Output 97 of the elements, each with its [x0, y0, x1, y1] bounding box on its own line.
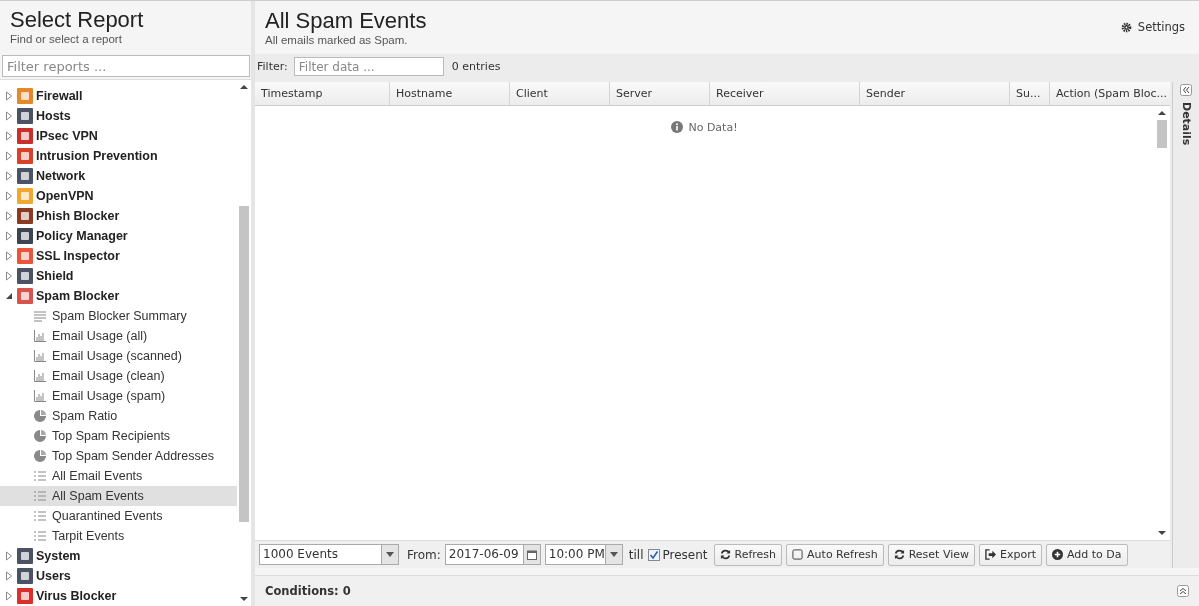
conditions-label: Conditions: 0	[265, 584, 351, 598]
time-dropdown[interactable]: 10:00 PM	[544, 544, 623, 565]
pie-chart-icon	[34, 450, 46, 462]
expand-arrow-icon[interactable]	[5, 151, 13, 161]
tree-category[interactable]: Shield	[0, 266, 237, 286]
collapse-icon[interactable]	[1180, 84, 1192, 96]
sidebar-title: Select Report	[10, 7, 145, 33]
expand-arrow-icon[interactable]	[5, 131, 13, 141]
pie-chart-icon	[34, 410, 46, 422]
from-label: From:	[407, 547, 441, 562]
report-title: All Spam Events	[265, 8, 427, 34]
tree-category[interactable]: Spam Blocker	[0, 286, 237, 306]
list-chart-icon	[34, 470, 46, 482]
toolbar-button[interactable]: Refresh	[713, 543, 783, 566]
report-item[interactable]: Email Usage (clean)	[0, 366, 237, 386]
date-field[interactable]: 2017-06-09	[444, 544, 541, 565]
settings-button[interactable]: Settings	[1116, 20, 1189, 34]
column-header[interactable]: Client	[510, 82, 610, 105]
tree-category[interactable]: Hosts	[0, 106, 237, 126]
filter-reports-field[interactable]: Filter reports ...	[2, 55, 250, 77]
checkbox-icon	[792, 549, 804, 560]
column-header[interactable]: Receiver	[710, 82, 860, 105]
tree-category[interactable]: Users	[0, 566, 237, 586]
details-label: Details	[1179, 102, 1193, 146]
tree-category[interactable]: IPsec VPN	[0, 126, 237, 146]
tree-category[interactable]: Virus Blocker	[0, 586, 237, 606]
column-header[interactable]: Sender	[860, 82, 1010, 105]
report-subtitle: All emails marked as Spam.	[265, 34, 409, 46]
caret-icon	[386, 552, 394, 557]
report-item[interactable]: Spam Ratio	[0, 406, 237, 426]
tree-category[interactable]: Firewall	[0, 86, 237, 106]
expand-icon[interactable]	[1177, 585, 1189, 597]
toolbar-button[interactable]: Auto Refresh	[786, 543, 884, 566]
expand-arrow-icon[interactable]	[5, 91, 13, 101]
export-icon	[985, 549, 996, 560]
list-chart-icon	[34, 510, 46, 522]
bar-chart-icon	[34, 390, 46, 402]
checkmark-icon	[648, 549, 659, 560]
expand-arrow-icon[interactable]	[5, 211, 13, 221]
tree-category[interactable]: System	[0, 546, 237, 566]
toolbar-button[interactable]: Add to Da	[1046, 543, 1128, 566]
tree-category[interactable]: OpenVPN	[0, 186, 237, 206]
list-chart-icon	[34, 530, 46, 542]
report-item[interactable]: Quarantined Events	[0, 506, 237, 526]
tree-category[interactable]: SSL Inspector	[0, 246, 237, 266]
toolbar-button[interactable]: Export	[979, 543, 1042, 566]
bar-chart-icon	[34, 370, 46, 382]
tree-category[interactable]: Network	[0, 166, 237, 186]
entries-count: 0 entries	[451, 60, 501, 73]
collapse-arrow-icon[interactable]	[5, 291, 13, 301]
calendar-icon	[526, 549, 537, 560]
event-limit-dropdown[interactable]: 1000 Events	[259, 544, 399, 565]
toolbar-button[interactable]: Reset View	[887, 543, 975, 566]
report-item[interactable]: Tarpit Events	[0, 526, 237, 546]
no-data-message: No Data!	[671, 120, 738, 134]
list-chart-icon	[34, 490, 46, 502]
bar-chart-icon	[34, 330, 46, 342]
pie-chart-icon	[34, 430, 46, 442]
tree-category[interactable]: Policy Manager	[0, 226, 237, 246]
expand-arrow-icon[interactable]	[5, 591, 13, 601]
caret-icon	[609, 552, 618, 557]
report-item[interactable]: Spam Blocker Summary	[0, 306, 237, 326]
column-header[interactable]: Server	[610, 82, 710, 105]
column-header[interactable]: Action (Spam Bloc...	[1050, 82, 1170, 105]
column-header[interactable]: Timestamp	[255, 82, 390, 105]
refresh-icon	[893, 549, 905, 560]
settings-icon	[1120, 21, 1132, 33]
expand-arrow-icon[interactable]	[5, 111, 13, 121]
report-item[interactable]: Email Usage (spam)	[0, 386, 237, 406]
summary-chart-icon	[34, 310, 46, 322]
conditions-panel[interactable]: Conditions: 0	[255, 575, 1199, 606]
refresh-icon	[719, 549, 731, 560]
filter-data-field[interactable]: Filter data ...	[293, 57, 444, 76]
expand-arrow-icon[interactable]	[5, 251, 13, 261]
bar-chart-icon	[34, 350, 46, 362]
tree-category[interactable]: Intrusion Prevention	[0, 146, 237, 166]
expand-arrow-icon[interactable]	[5, 171, 13, 181]
info-icon	[671, 121, 684, 133]
till-label: till	[628, 547, 644, 562]
report-item[interactable]: All Spam Events	[0, 486, 237, 506]
expand-arrow-icon[interactable]	[5, 271, 13, 281]
sidebar-subtitle: Find or select a report	[10, 33, 123, 45]
report-item[interactable]: Top Spam Sender Addresses	[0, 446, 237, 466]
filter-label: Filter:	[257, 60, 288, 73]
expand-arrow-icon[interactable]	[5, 231, 13, 241]
expand-arrow-icon[interactable]	[5, 551, 13, 561]
tree-category[interactable]: Phish Blocker	[0, 206, 237, 226]
expand-arrow-icon[interactable]	[5, 571, 13, 581]
expand-arrow-icon[interactable]	[5, 191, 13, 201]
present-checkbox[interactable]: Present	[647, 547, 708, 562]
column-header[interactable]: Hostname	[390, 82, 510, 105]
report-item[interactable]: Email Usage (scanned)	[0, 346, 237, 366]
report-item[interactable]: Top Spam Recipients	[0, 426, 237, 446]
column-header[interactable]: Su...	[1010, 82, 1050, 105]
report-item[interactable]: Email Usage (all)	[0, 326, 237, 346]
report-item[interactable]: All Email Events	[0, 466, 237, 486]
add-icon	[1052, 549, 1063, 560]
